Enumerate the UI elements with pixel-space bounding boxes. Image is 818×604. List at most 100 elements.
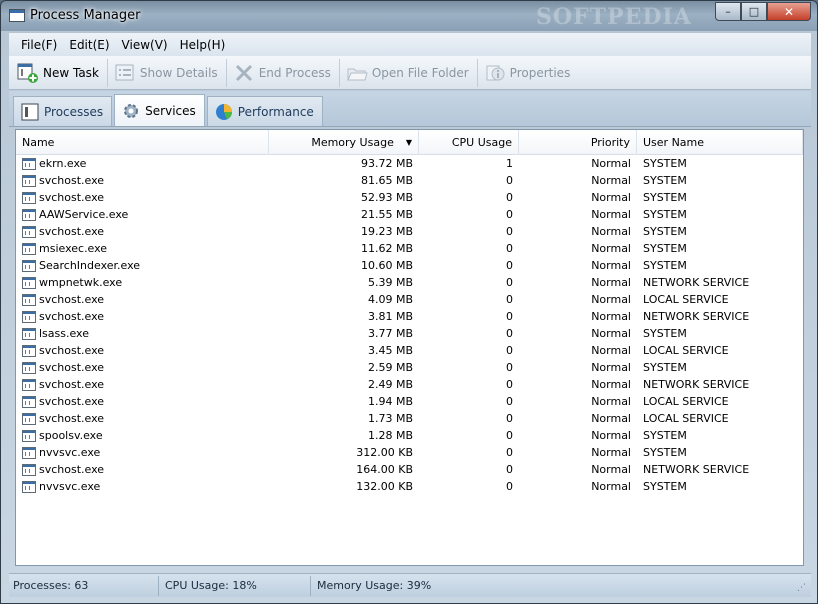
show-details-button[interactable]: Show Details — [112, 58, 227, 87]
tab-strip: Processes Services Performance — [9, 91, 811, 127]
column-priority-label: Priority — [590, 136, 630, 149]
priority-cell: Normal — [519, 361, 637, 374]
process-name-text: svchost.exe — [39, 174, 105, 187]
performance-pie-icon — [214, 102, 234, 122]
process-name-text: lsass.exe — [39, 327, 89, 340]
memory-usage-text: 164.00 KB — [356, 463, 413, 476]
process-name-cell: spoolsv.exe — [16, 429, 269, 442]
memory-usage-text: 10.60 MB — [360, 259, 413, 272]
process-name-text: svchost.exe — [39, 395, 105, 408]
maximize-button[interactable]: □ — [741, 2, 767, 21]
minimize-button[interactable]: – — [715, 2, 741, 21]
table-row[interactable]: msiexec.exe 11.62 MB 0 Normal SYSTEM — [16, 240, 803, 257]
memory-usage-text: 1.94 MB — [367, 395, 413, 408]
user-name-text: SYSTEM — [643, 208, 687, 221]
table-row[interactable]: SearchIndexer.exe 10.60 MB 0 Normal SYSTEM — [16, 257, 803, 274]
column-header-cpu[interactable]: CPU Usage — [419, 130, 519, 155]
process-name-text: svchost.exe — [39, 361, 105, 374]
cpu-usage-cell: 0 — [419, 463, 519, 476]
memory-usage-text: 312.00 KB — [356, 446, 413, 459]
executable-icon — [22, 191, 36, 204]
executable-icon — [22, 327, 36, 340]
window-controls: – □ ✕ — [715, 2, 811, 21]
table-row[interactable]: lsass.exe 3.77 MB 0 Normal SYSTEM — [16, 325, 803, 342]
column-header-name[interactable]: Name — [16, 130, 269, 155]
process-name-text: svchost.exe — [39, 310, 105, 323]
properties-button[interactable]: Properties — [482, 59, 579, 87]
process-name-text: svchost.exe — [39, 378, 105, 391]
end-process-label: End Process — [258, 65, 331, 80]
show-details-label: Show Details — [139, 65, 218, 80]
menu-file[interactable]: File(F) — [15, 38, 63, 52]
executable-icon — [22, 378, 36, 391]
open-file-folder-button[interactable]: Open File Folder — [344, 58, 478, 87]
cpu-usage-text: 0 — [506, 208, 513, 221]
cpu-usage-text: 0 — [506, 276, 513, 289]
table-row[interactable]: ekrn.exe 93.72 MB 1 Normal SYSTEM — [16, 155, 803, 172]
table-row[interactable]: svchost.exe 2.49 MB 0 Normal NETWORK SERVICE — [16, 376, 803, 393]
table-row[interactable]: svchost.exe 3.81 MB 0 Normal NETWORK SERVICE — [16, 308, 803, 325]
process-list[interactable]: Name Memory Usage ▼ CPU Usage Priority Us… — [15, 129, 804, 566]
table-row[interactable]: svchost.exe 1.94 MB 0 Normal LOCAL SERVICE — [16, 393, 803, 410]
table-row[interactable]: svchost.exe 52.93 MB 0 Normal SYSTEM — [16, 189, 803, 206]
details-icon — [114, 62, 136, 84]
tab-services[interactable]: Services — [114, 94, 205, 126]
cpu-usage-cell: 0 — [419, 293, 519, 306]
cpu-usage-cell: 0 — [419, 174, 519, 187]
close-button[interactable]: ✕ — [767, 2, 811, 21]
column-header-memory[interactable]: Memory Usage ▼ — [269, 130, 419, 155]
table-row[interactable]: svchost.exe 19.23 MB 0 Normal SYSTEM — [16, 223, 803, 240]
memory-usage-cell: 312.00 KB — [269, 446, 419, 459]
memory-usage-text: 93.72 MB — [360, 157, 413, 170]
memory-usage-cell: 19.23 MB — [269, 225, 419, 238]
executable-icon — [22, 242, 36, 255]
table-row[interactable]: svchost.exe 1.73 MB 0 Normal LOCAL SERVICE — [16, 410, 803, 427]
table-row[interactable]: nvvsvc.exe 312.00 KB 0 Normal SYSTEM — [16, 444, 803, 461]
tab-processes-label: Processes — [44, 104, 104, 119]
menu-edit[interactable]: Edit(E) — [63, 38, 115, 52]
folder-icon — [346, 62, 368, 84]
table-row[interactable]: svchost.exe 2.59 MB 0 Normal SYSTEM — [16, 359, 803, 376]
user-name-cell: SYSTEM — [637, 225, 803, 238]
executable-icon — [22, 395, 36, 408]
memory-usage-text: 19.23 MB — [360, 225, 413, 238]
title-bar[interactable]: Process Manager SOFTPEDIA – □ ✕ — [1, 1, 817, 31]
column-header-priority[interactable]: Priority — [519, 130, 637, 155]
table-row[interactable]: AAWService.exe 21.55 MB 0 Normal SYSTEM — [16, 206, 803, 223]
new-task-button[interactable]: New Task — [15, 58, 108, 87]
memory-usage-text: 5.39 MB — [367, 276, 413, 289]
table-row[interactable]: svchost.exe 4.09 MB 0 Normal LOCAL SERVICE — [16, 291, 803, 308]
table-row[interactable]: svchost.exe 3.45 MB 0 Normal LOCAL SERVICE — [16, 342, 803, 359]
table-row[interactable]: wmpnetwk.exe 5.39 MB 0 Normal NETWORK SERVIC… — [16, 274, 803, 291]
table-row[interactable]: svchost.exe 81.65 MB 0 Normal SYSTEM — [16, 172, 803, 189]
user-name-cell: SYSTEM — [637, 446, 803, 459]
menu-help[interactable]: Help(H) — [174, 38, 232, 52]
status-cpu: CPU Usage: 18% — [159, 575, 311, 596]
column-memory-label: Memory Usage — [311, 136, 394, 149]
cpu-usage-cell: 0 — [419, 327, 519, 340]
resize-grip-icon[interactable]: ⋰ — [797, 583, 809, 595]
cpu-usage-cell: 0 — [419, 191, 519, 204]
memory-usage-cell: 1.73 MB — [269, 412, 419, 425]
executable-icon — [22, 310, 36, 323]
column-header-user[interactable]: User Name — [637, 130, 803, 155]
process-name-text: svchost.exe — [39, 225, 105, 238]
menu-view[interactable]: View(V) — [116, 38, 174, 52]
user-name-text: SYSTEM — [643, 259, 687, 272]
user-name-text: SYSTEM — [643, 429, 687, 442]
table-row[interactable]: nvvsvc.exe 132.00 KB 0 Normal SYSTEM — [16, 478, 803, 495]
table-row[interactable]: svchost.exe 164.00 KB 0 Normal NETWORK SERVI… — [16, 461, 803, 478]
user-name-text: LOCAL SERVICE — [643, 293, 729, 306]
process-name-text: SearchIndexer.exe — [39, 259, 141, 272]
process-name-cell: wmpnetwk.exe — [16, 276, 269, 289]
priority-cell: Normal — [519, 174, 637, 187]
priority-text: Normal — [591, 259, 631, 272]
tab-processes[interactable]: Processes — [13, 96, 113, 126]
memory-usage-cell: 3.45 MB — [269, 344, 419, 357]
table-row[interactable]: spoolsv.exe 1.28 MB 0 Normal SYSTEM — [16, 427, 803, 444]
end-process-button[interactable]: End Process — [231, 58, 340, 87]
tab-performance[interactable]: Performance — [206, 96, 323, 126]
process-name-cell: svchost.exe — [16, 463, 269, 476]
priority-cell: Normal — [519, 429, 637, 442]
user-name-text: SYSTEM — [643, 174, 687, 187]
